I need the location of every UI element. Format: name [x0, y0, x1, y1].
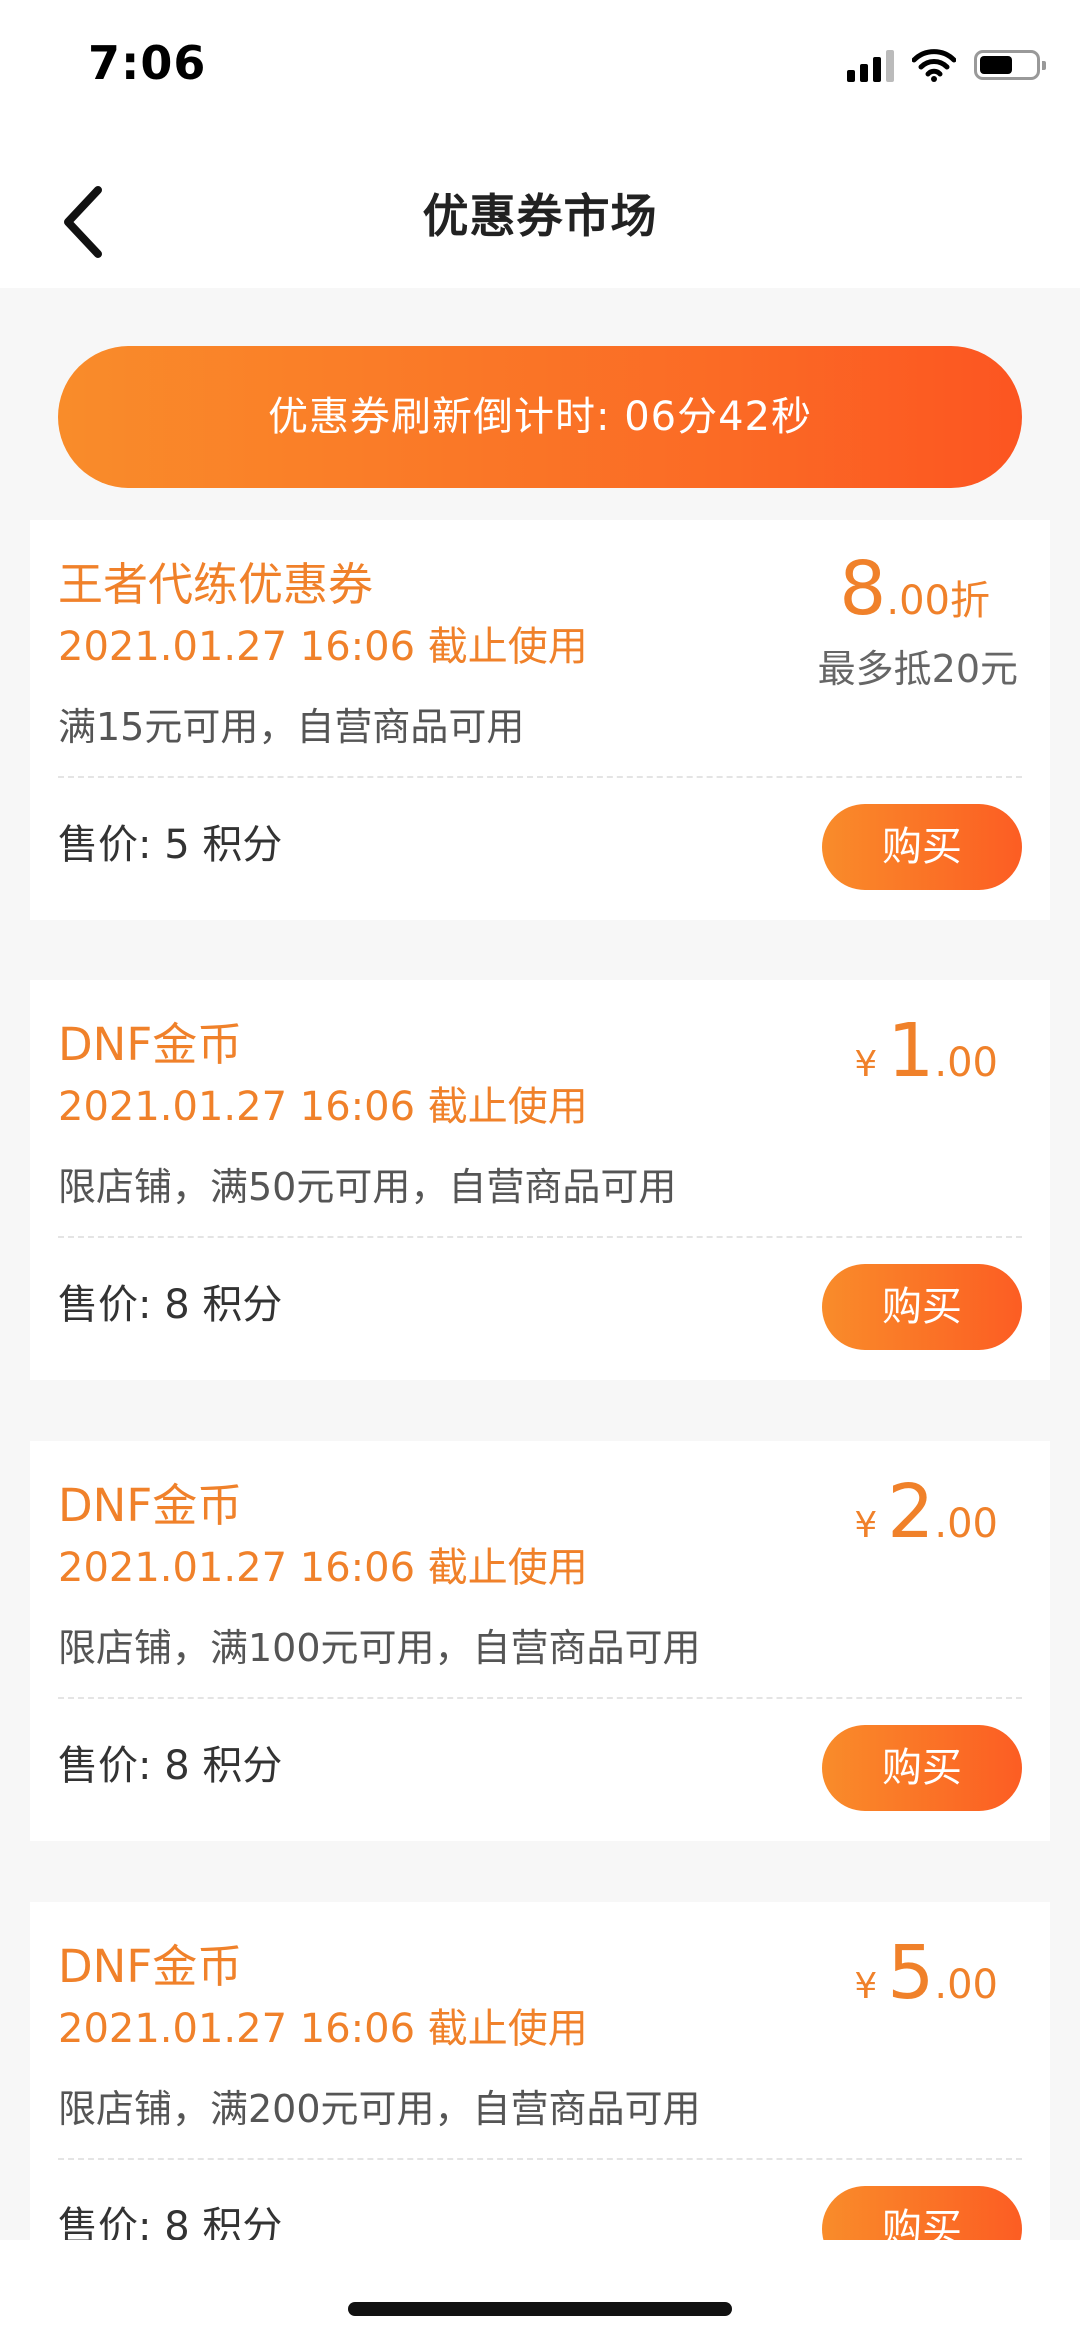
signal-icon: [847, 48, 894, 82]
value-integer: 8: [839, 546, 887, 632]
coupon-price: 售价: 8 积分: [58, 1743, 283, 1789]
coupon-amount-value: ¥ 5 .00: [854, 1930, 998, 2016]
value-integer: 2: [887, 1469, 935, 1555]
value-integer: 1: [887, 1008, 935, 1094]
coupon-deadline: 2021.01.27 16:06 截止使用: [58, 1545, 588, 1591]
dashed-divider: [58, 1697, 1022, 1699]
wifi-icon: [912, 49, 956, 82]
coupon-price: 售价: 5 积分: [58, 822, 283, 868]
coupon-condition: 满15元可用，自营商品可用: [58, 705, 525, 749]
coupon-title: DNF金币: [58, 1018, 243, 1071]
refresh-countdown-banner: 优惠券刷新倒计时: 06分42秒: [58, 346, 1022, 488]
currency-symbol: ¥: [854, 1044, 878, 1085]
coupon-deadline: 2021.01.27 16:06 截止使用: [58, 2006, 588, 2052]
coupon-amount-value: ¥ 2 .00: [854, 1469, 998, 1555]
coupon-title: DNF金币: [58, 1479, 243, 1532]
currency-symbol: ¥: [854, 1966, 878, 2007]
dashed-divider: [58, 2158, 1022, 2160]
page-title: 优惠券市场: [422, 189, 658, 243]
status-time: 7:06: [88, 36, 207, 90]
status-icons: [847, 42, 1046, 88]
coupon-deadline: 2021.01.27 16:06 截止使用: [58, 624, 588, 670]
coupon-condition: 限店铺，满50元可用，自营商品可用: [58, 1165, 677, 1209]
battery-icon: [974, 50, 1046, 80]
currency-symbol: ¥: [854, 1505, 878, 1546]
value-decimal: .00: [934, 1040, 998, 1086]
coupon-condition: 限店铺，满200元可用，自营商品可用: [58, 2087, 701, 2131]
coupon-deadline: 2021.01.27 16:06 截止使用: [58, 1084, 588, 1130]
buy-button[interactable]: 购买: [822, 1264, 1022, 1350]
buy-button[interactable]: 购买: [822, 1725, 1022, 1811]
value-decimal: .00: [934, 1962, 998, 2008]
value-decimal: .00: [934, 1501, 998, 1547]
coupon-condition: 限店铺，满100元可用，自营商品可用: [58, 1626, 701, 1670]
coupon-title: DNF金币: [58, 1940, 243, 1993]
coupon-discount-value: 8 .00 折: [839, 546, 990, 632]
dashed-divider: [58, 1236, 1022, 1238]
coupon-card: DNF金币 2021.01.27 16:06 截止使用 限店铺，满50元可用，自…: [30, 980, 1050, 1380]
status-bar: 7:06: [0, 0, 1080, 140]
coupon-max-deduction: 最多抵20元: [817, 647, 1018, 691]
buy-button[interactable]: 购买: [822, 804, 1022, 890]
value-decimal: .00: [886, 578, 950, 624]
home-indicator[interactable]: [348, 2302, 732, 2316]
dashed-divider: [58, 776, 1022, 778]
coupon-card: DNF金币 2021.01.27 16:06 截止使用 限店铺，满100元可用，…: [30, 1441, 1050, 1841]
coupon-card: 王者代练优惠券 2021.01.27 16:06 截止使用 满15元可用，自营商…: [30, 520, 1050, 920]
navigation-bar: 优惠券市场: [0, 140, 1080, 288]
coupon-title: 王者代练优惠券: [58, 558, 374, 611]
coupon-amount-value: ¥ 1 .00: [854, 1008, 998, 1094]
value-unit: 折: [950, 578, 990, 624]
bottom-safe-area: [0, 2240, 1080, 2339]
value-integer: 5: [887, 1930, 935, 2016]
coupon-price: 售价: 8 积分: [58, 1282, 283, 1328]
